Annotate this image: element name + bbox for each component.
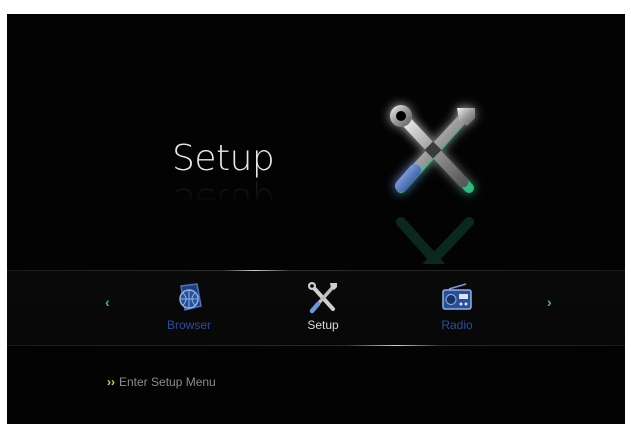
menu-item-radio[interactable]: Radio xyxy=(412,280,502,332)
hint-text: ›› Enter Setup Menu xyxy=(107,375,216,389)
menu-item-setup[interactable]: Setup xyxy=(278,280,368,332)
hero-title: Setup xyxy=(172,138,275,179)
menu-item-label: Setup xyxy=(307,318,339,332)
menu-bar-bottom-divider xyxy=(7,345,625,346)
hero-title-reflection: Setup xyxy=(172,180,275,221)
menu-item-label: Browser xyxy=(166,318,211,332)
menu-item-browser[interactable]: Browser xyxy=(144,280,234,332)
hint-chevron-icon: ›› xyxy=(107,375,115,389)
tools-icon xyxy=(379,96,489,206)
menu-item-label: Radio xyxy=(441,318,473,332)
tools-icon-reflection xyxy=(379,204,489,264)
tools-icon xyxy=(305,280,341,316)
scroll-right-arrow-icon[interactable]: › xyxy=(547,294,552,310)
hint-label: Enter Setup Menu xyxy=(119,375,216,389)
scroll-left-arrow-icon[interactable]: ‹ xyxy=(105,294,110,310)
radio-icon xyxy=(439,280,475,316)
menu-bar-top-divider xyxy=(7,270,625,271)
tv-screen: Setup Setup ‹ › Browser Setup Radio ›› E… xyxy=(7,14,625,424)
globe-icon xyxy=(171,280,207,316)
